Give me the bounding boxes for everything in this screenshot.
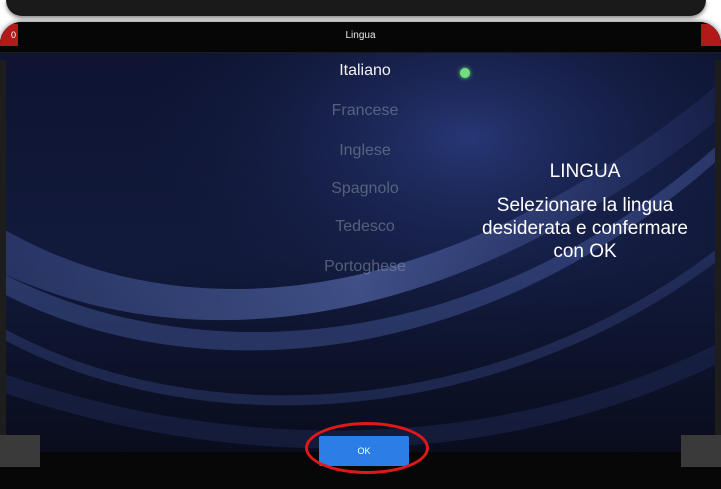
device-frame: 0 Lingua Italiano Francese Inglese Spagn… (0, 0, 721, 489)
right-corner-badge (701, 24, 721, 46)
ok-button[interactable]: OK (319, 436, 409, 466)
bottom-left-panel (0, 435, 40, 467)
help-instructions: Selezionare la lingua desiderata e confe… (482, 195, 688, 262)
help-panel: LINGUA Selezionare la lingua desiderata … (470, 160, 700, 263)
top-bezel (6, 0, 706, 16)
help-title: LINGUA (549, 161, 621, 182)
language-option-portoghese[interactable]: Portoghese (300, 258, 430, 276)
bottom-right-panel (681, 435, 721, 467)
language-option-spagnolo[interactable]: Spagnolo (300, 180, 430, 198)
frame-right-edge (715, 60, 721, 440)
frame-left-edge (0, 60, 6, 440)
language-option-tedesco[interactable]: Tedesco (300, 218, 430, 236)
selected-indicator-icon (460, 68, 470, 78)
language-option-inglese[interactable]: Inglese (300, 142, 430, 160)
language-option-italiano[interactable]: Italiano (300, 62, 430, 80)
language-option-francese[interactable]: Francese (300, 102, 430, 120)
title-bar: 0 Lingua (0, 22, 721, 53)
page-title: Lingua (345, 30, 376, 41)
screen: 0 Lingua Italiano Francese Inglese Spagn… (0, 22, 721, 489)
